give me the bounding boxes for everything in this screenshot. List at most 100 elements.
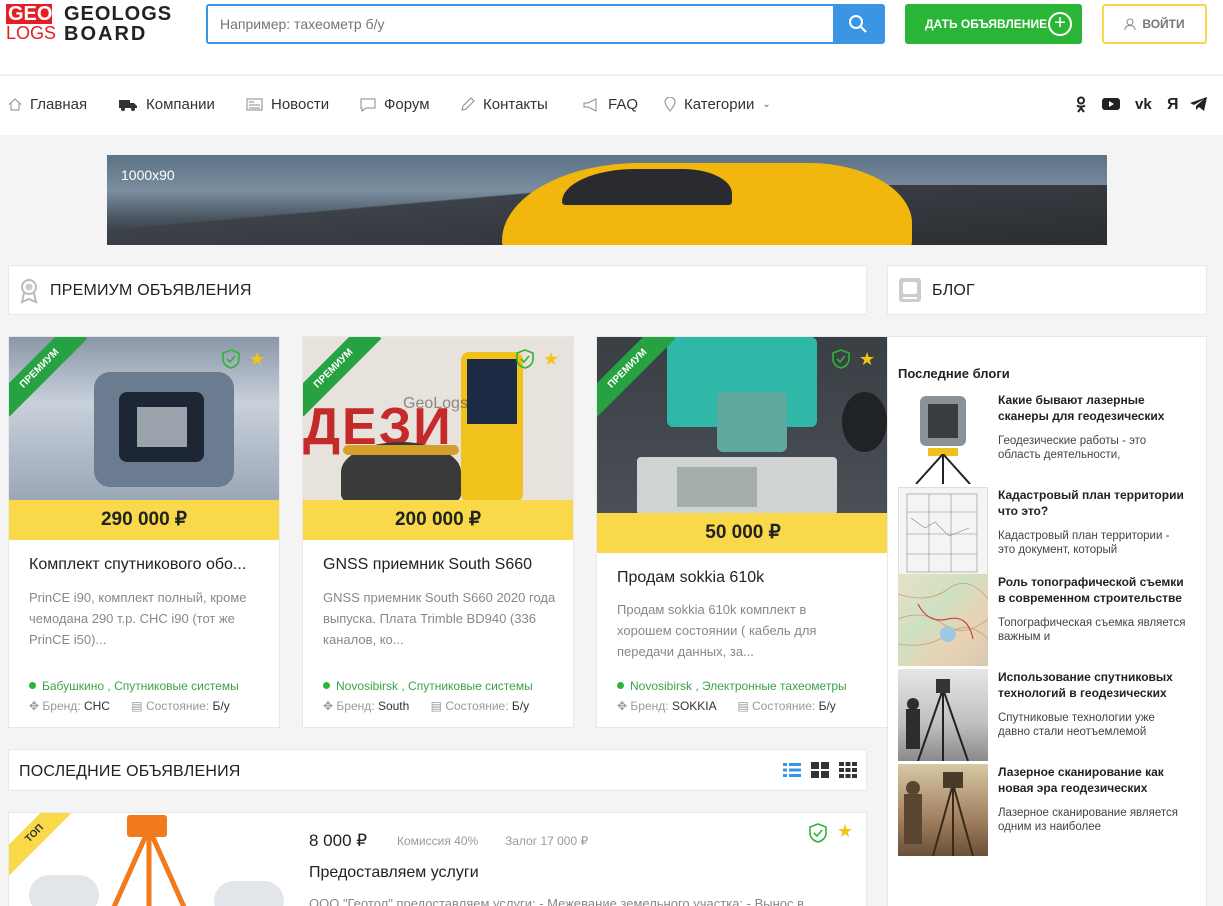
star-icon[interactable]: ★ bbox=[543, 349, 559, 370]
brand-name[interactable]: GEOLOGS BOARD bbox=[64, 4, 172, 44]
youtube-icon[interactable] bbox=[1101, 96, 1121, 117]
premium-header: ПРЕМИУМ ОБЪЯВЛЕНИЯ bbox=[8, 265, 867, 315]
blog-item[interactable]: Использование спутниковых технологий в г… bbox=[898, 669, 1198, 762]
nav-news[interactable]: Новости bbox=[246, 96, 329, 113]
listing-specs: ✥ Бренд: SOKKIA ▤ Состояние: Б/у bbox=[617, 699, 836, 713]
nav-label: Новости bbox=[271, 96, 330, 113]
nav-contacts[interactable]: Контакты bbox=[460, 96, 548, 113]
listing-commission: Комиссия 40% bbox=[397, 834, 479, 848]
blog-desc: Топографическая съемка является важным и bbox=[998, 617, 1186, 643]
search-button[interactable] bbox=[833, 6, 883, 42]
state-label: Состояние: bbox=[445, 699, 509, 713]
star-icon[interactable]: ★ bbox=[837, 821, 853, 842]
listing-city[interactable]: Novosibirsk bbox=[630, 679, 692, 693]
chevron-down-icon: ⌄ bbox=[762, 99, 771, 110]
listing-city[interactable]: Novosibirsk bbox=[336, 679, 398, 693]
state-value: Б/у bbox=[511, 699, 530, 713]
blog-item[interactable]: Какие бывают лазерные сканеры для геодез… bbox=[898, 392, 1198, 484]
small-grid-view-icon[interactable] bbox=[839, 762, 857, 778]
pencil-icon bbox=[461, 97, 475, 111]
listing-title[interactable]: GNSS приемник South S660 bbox=[323, 556, 532, 574]
nav-home[interactable]: Главная bbox=[8, 96, 87, 113]
grid-view-icon[interactable] bbox=[811, 762, 829, 778]
brand-value: CHC bbox=[83, 699, 110, 713]
blog-subtitle: Последние блоги bbox=[898, 366, 1010, 381]
blog-thumb[interactable] bbox=[897, 574, 989, 666]
blog-title[interactable]: Лазерное сканирование как новая эра геод… bbox=[998, 764, 1188, 798]
list-view-icon[interactable] bbox=[783, 762, 801, 778]
listing-title[interactable]: Предоставляем услуги bbox=[309, 864, 479, 882]
blog-item[interactable]: Роль топографической съемки в современно… bbox=[897, 574, 1198, 666]
listing-category[interactable]: Спутниковые системы bbox=[408, 679, 533, 693]
listing-title[interactable]: Комплект спутникового обо... bbox=[29, 556, 246, 574]
listing-category[interactable]: Спутниковые системы bbox=[114, 679, 239, 693]
nav-label: Контакты bbox=[483, 96, 548, 113]
ok-icon[interactable] bbox=[1075, 96, 1087, 118]
banner-size-label: 1000x90 bbox=[121, 167, 175, 183]
brand-line-1: GEOLOGS bbox=[64, 3, 173, 25]
star-icon[interactable]: ★ bbox=[249, 349, 265, 370]
search-input[interactable] bbox=[208, 6, 828, 42]
brand-value: SOKKIA bbox=[671, 699, 716, 713]
vk-icon[interactable]: vk bbox=[1135, 96, 1152, 113]
header: GEO LOGS GEOLOGS BOARD ДАТЬ ОБЪЯВЛЕНИЕ +… bbox=[0, 0, 1223, 74]
nav-categories[interactable]: Категории ⌄ bbox=[664, 96, 771, 113]
plus-icon: + bbox=[1048, 12, 1072, 36]
main-nav: Главная Компании Новости Форум Контакты … bbox=[0, 75, 1223, 135]
logo-logs: LOGS bbox=[6, 23, 57, 43]
listing-title[interactable]: Продам sokkia 610k bbox=[617, 569, 764, 587]
nav-label: FAQ bbox=[608, 96, 639, 113]
listing-desc: Продам sokkia 610k комплект в хорошем со… bbox=[617, 602, 817, 659]
nav-companies[interactable]: Компании bbox=[118, 96, 215, 113]
blog-title[interactable]: Использование спутниковых технологий в г… bbox=[998, 669, 1188, 703]
premium-title: ПРЕМИУМ ОБЪЯВЛЕНИЯ bbox=[50, 282, 252, 299]
cloud-decor bbox=[214, 881, 284, 906]
nav-faq[interactable]: FAQ bbox=[583, 96, 638, 113]
listing-specs: ✥ Бренд: South ▤ Состояние: Б/у bbox=[323, 699, 529, 713]
blog-thumb[interactable] bbox=[898, 669, 988, 762]
premium-card[interactable]: ДЕЗИ GeoLogs ПРЕМИУМ ★ 200 000 ₽ GNSS пр… bbox=[302, 336, 574, 728]
listing-location: Novosibirsk , Электронные тахеометры bbox=[617, 679, 847, 693]
truck-icon bbox=[119, 99, 137, 111]
blog-header: БЛОГ bbox=[887, 265, 1207, 315]
image-watermark: GeoLogs bbox=[403, 395, 468, 412]
nav-label: Форум bbox=[384, 96, 430, 113]
latest-header: ПОСЛЕДНИЕ ОБЪЯВЛЕНИЯ bbox=[8, 749, 867, 791]
blog-thumb[interactable] bbox=[898, 764, 988, 857]
listing-price: 50 000 ₽ bbox=[597, 513, 889, 553]
nav-label: Главная bbox=[30, 96, 88, 113]
blog-item[interactable]: Кадастровый план территории что это? Кад… bbox=[898, 487, 1198, 579]
blog-title[interactable]: Какие бывают лазерные сканеры для геодез… bbox=[998, 392, 1188, 426]
blog-thumb[interactable] bbox=[898, 392, 988, 484]
listing-desc: GNSS приемник South S660 2020 года выпус… bbox=[323, 590, 556, 647]
blog-thumb[interactable] bbox=[898, 487, 988, 579]
nav-forum[interactable]: Форум bbox=[360, 96, 430, 113]
star-icon[interactable]: ★ bbox=[859, 349, 875, 370]
blog-item[interactable]: Лазерное сканирование как новая эра геод… bbox=[898, 764, 1198, 857]
blog-title[interactable]: Роль топографической съемки в современно… bbox=[998, 574, 1188, 608]
brand-label: Бренд: bbox=[630, 699, 669, 713]
verified-icon bbox=[831, 349, 851, 374]
listing-city[interactable]: Бабушкино bbox=[42, 679, 104, 693]
nav-label: Компании bbox=[146, 96, 215, 113]
blog-title[interactable]: Кадастровый план территории что это? bbox=[998, 487, 1188, 521]
telegram-icon[interactable] bbox=[1189, 96, 1208, 117]
newspaper-icon bbox=[246, 98, 263, 111]
search-icon bbox=[849, 15, 867, 33]
login-button[interactable]: ВОЙТИ bbox=[1102, 4, 1207, 44]
blog-desc: Геодезические работы - это область деяте… bbox=[998, 435, 1147, 461]
logo[interactable]: GEO LOGS bbox=[6, 4, 57, 43]
brand-value: South bbox=[377, 699, 410, 713]
state-label: Состояние: bbox=[752, 699, 816, 713]
yandex-icon[interactable]: Я bbox=[1167, 96, 1179, 114]
premium-card[interactable]: ПРЕМИУМ ★ 50 000 ₽ Продам sokkia 610k Пр… bbox=[596, 336, 890, 728]
latest-listing[interactable]: ТОП 8 000 ₽ Комиссия 40% Залог 17 000 ₽ … bbox=[8, 812, 867, 906]
megaphone-icon bbox=[583, 97, 597, 112]
ad-banner[interactable]: 1000x90 bbox=[107, 155, 1107, 245]
listing-location: Бабушкино , Спутниковые системы bbox=[29, 679, 239, 693]
add-listing-button[interactable]: ДАТЬ ОБЪЯВЛЕНИЕ + bbox=[905, 4, 1082, 44]
latest-title: ПОСЛЕДНИЕ ОБЪЯВЛЕНИЯ bbox=[19, 763, 241, 780]
listing-category[interactable]: Электронные тахеометры bbox=[702, 679, 847, 693]
receiver-band bbox=[343, 445, 459, 455]
premium-card[interactable]: ПРЕМИУМ ★ 290 000 ₽ Комплект спутниковог… bbox=[8, 336, 280, 728]
